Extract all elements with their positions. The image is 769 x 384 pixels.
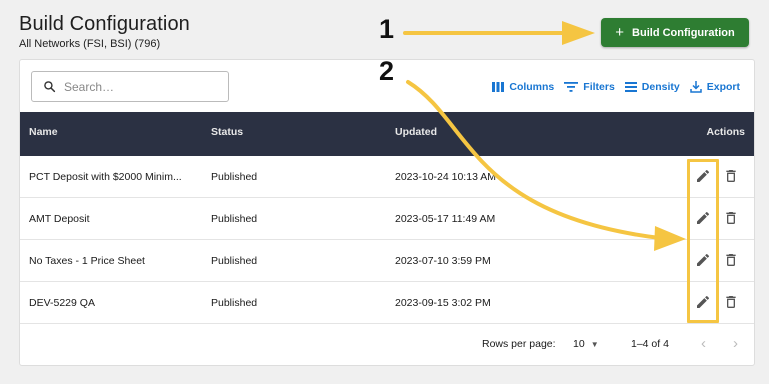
filters-label: Filters [583,81,615,93]
column-header-status[interactable]: Status [211,126,243,138]
density-label: Density [641,81,680,93]
table-row[interactable]: No Taxes - 1 Price Sheet Published 2023-… [20,240,754,282]
build-configuration-button-label: Build Configuration [632,26,735,39]
delete-icon[interactable] [723,210,739,226]
previous-page-icon[interactable]: ‹ [701,335,706,352]
row-name: PCT Deposit with $2000 Minim... [29,171,182,183]
column-header-actions: Actions [706,126,745,138]
page-title: Build Configuration [19,13,190,35]
delete-icon[interactable] [723,168,739,184]
table-row[interactable]: PCT Deposit with $2000 Minim... Publishe… [20,156,754,198]
row-status: Published [211,171,258,183]
row-status: Published [211,213,258,225]
columns-button[interactable]: Columns [492,81,554,93]
filter-icon [564,82,579,92]
rows-per-page-select[interactable]: 10 ▼ [573,338,599,350]
configuration-table-card: Search… Columns Filters Density Export N… [19,59,755,366]
annotation-step-2: 2 [379,56,395,86]
row-name: No Taxes - 1 Price Sheet [29,255,145,267]
pagination-range: 1–4 of 4 [631,338,669,350]
density-icon [624,82,637,92]
row-updated: 2023-10-24 10:13 AM [395,171,496,183]
columns-label: Columns [509,81,555,93]
search-placeholder: Search… [64,79,115,94]
table-header: Name Status Updated Actions [20,112,754,156]
density-button[interactable]: Density [624,81,680,93]
rows-per-page-label: Rows per page: [482,338,556,350]
search-icon [44,81,56,93]
row-name: AMT Deposit [29,213,90,225]
annotation-arrowhead-1 [562,21,595,45]
row-updated: 2023-07-10 3:59 PM [395,255,491,267]
export-icon [689,81,702,93]
plus-icon: + [615,24,625,41]
row-updated: 2023-05-17 11:49 AM [395,213,496,225]
row-name: DEV-5229 QA [29,297,95,309]
column-header-name[interactable]: Name [29,126,58,138]
annotation-step-1: 1 [379,14,395,44]
rows-per-page-value: 10 [573,338,585,350]
grid-toolbar: Columns Filters Density Export [492,81,740,93]
delete-icon[interactable] [723,252,739,268]
column-header-updated[interactable]: Updated [395,126,437,138]
table-row[interactable]: AMT Deposit Published 2023-05-17 11:49 A… [20,198,754,240]
filters-button[interactable]: Filters [564,81,615,93]
row-status: Published [211,255,258,267]
table-row[interactable]: DEV-5229 QA Published 2023-09-15 3:02 PM [20,282,754,324]
export-label: Export [706,81,740,93]
page-subtitle: All Networks (FSI, BSI) (796) [19,38,161,50]
search-input[interactable]: Search… [31,71,229,102]
build-configuration-button[interactable]: + Build Configuration [601,18,749,47]
export-button[interactable]: Export [689,81,740,93]
edit-icons-highlight [687,159,719,323]
columns-icon [492,82,505,92]
pagination-footer: Rows per page: 10 ▼ 1–4 of 4 ‹ › [20,323,754,365]
next-page-icon[interactable]: › [733,335,738,352]
row-status: Published [211,297,258,309]
caret-down-icon: ▼ [590,339,599,349]
row-updated: 2023-09-15 3:02 PM [395,297,491,309]
delete-icon[interactable] [723,294,739,310]
